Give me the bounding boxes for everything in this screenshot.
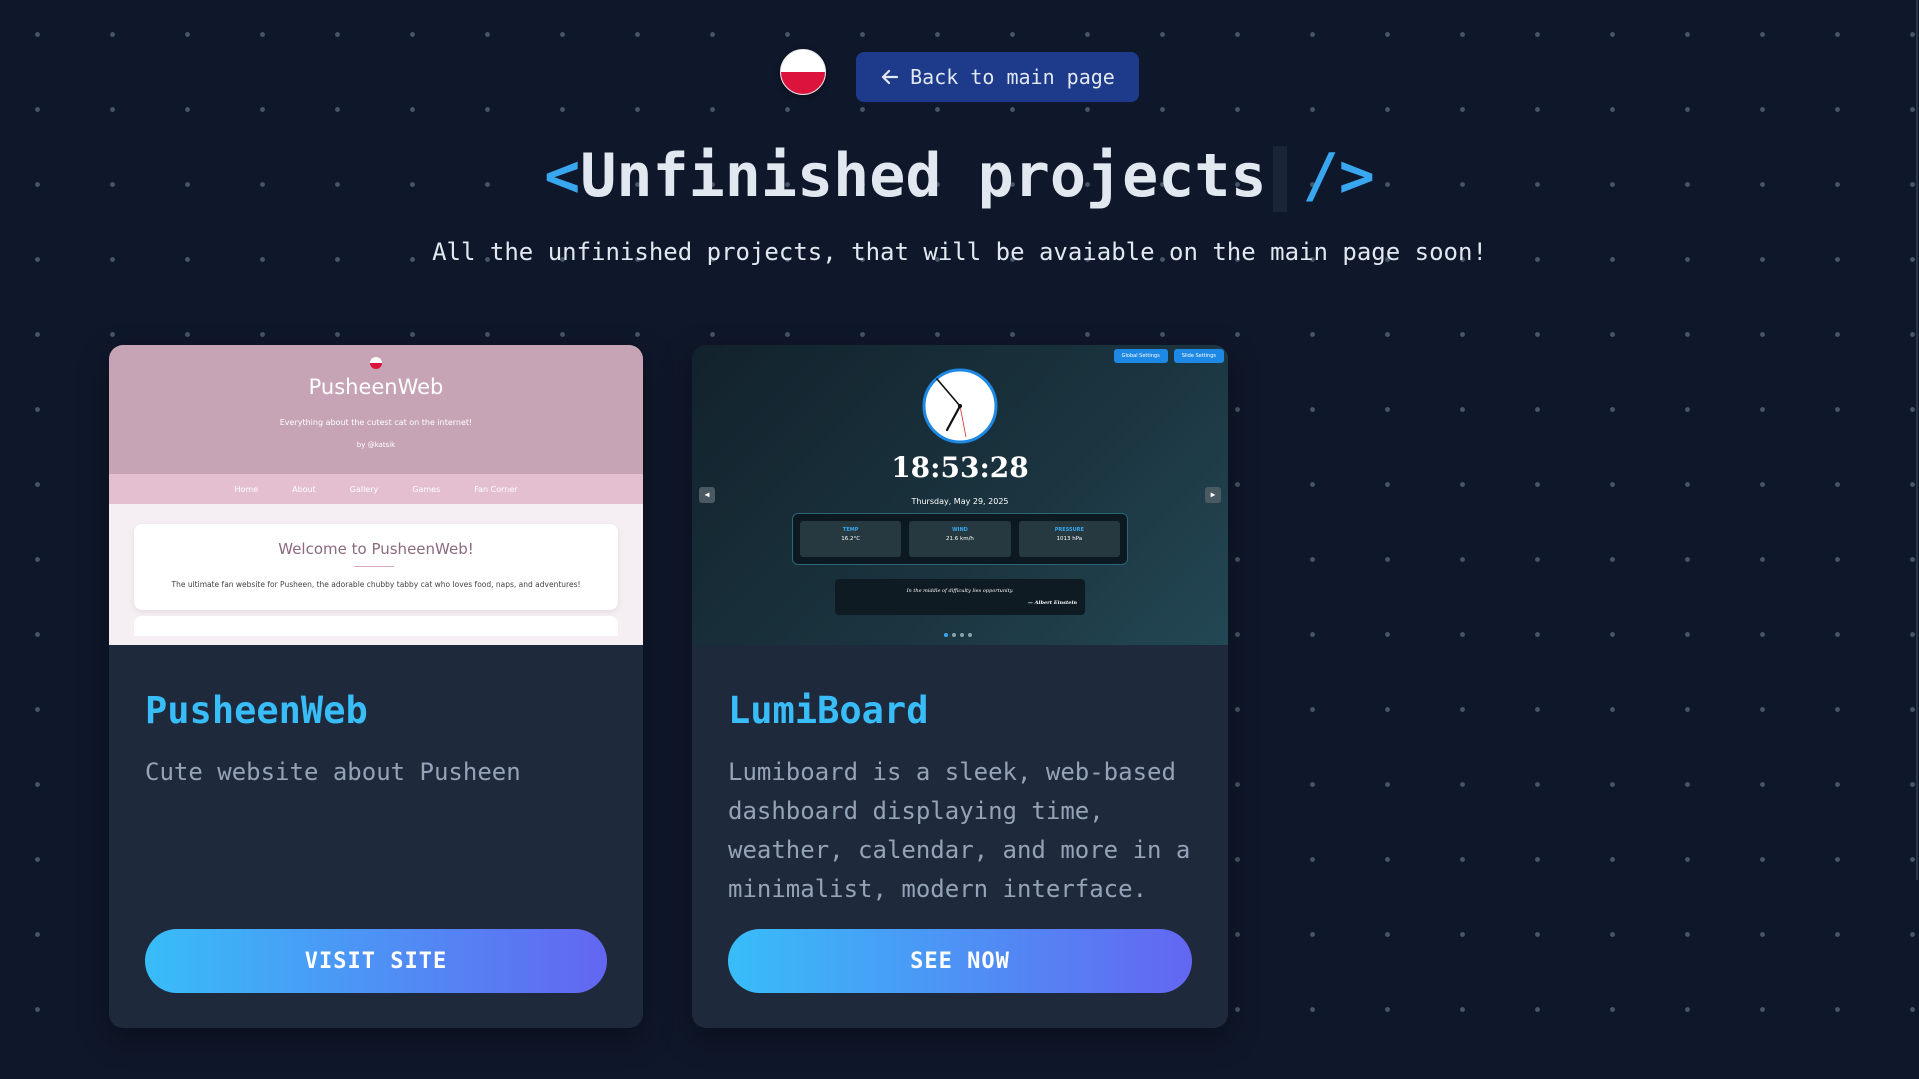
project-title: PusheenWeb [145,689,368,732]
slide-dot [960,633,964,637]
visit-site-button[interactable]: VISIT SITE [145,929,607,993]
top-bar: Back to main page [0,49,1919,102]
preview-site-title: PusheenWeb [308,375,444,399]
preview-nav-item: About [292,484,316,494]
preview-slide-dots [944,633,972,637]
preview-nav: Home About Gallery Games Fan Corner [109,474,643,504]
preview-weather-cell: PRESSURE 1013 hPa [1018,521,1120,557]
preview-nav-item: Games [412,484,441,494]
project-description: Lumiboard is a sleek, web-based dashboar… [728,758,1191,903]
project-preview-lumiboard: Global Settings Slide Settings 18:53:28 … [692,345,1228,645]
title-open-bracket: < [544,141,581,211]
preview-time: 18:53:28 [891,451,1029,484]
project-title: LumiBoard [728,689,929,732]
preview-tagline: Everything about the cutest cat on the i… [279,418,473,427]
project-card-pusheenweb: PusheenWeb Everything about the cutest c… [109,345,643,1028]
project-card-lumiboard: Global Settings Slide Settings 18:53:28 … [692,345,1228,1028]
clock-icon [922,368,998,444]
preview-nav-item: Gallery [349,484,379,494]
preview-slide-settings-button: Slide Settings [1173,349,1224,363]
preview-quote-author: — Albert Einstein [1027,600,1077,606]
preview-flag-icon [370,357,382,369]
title-text: Unfinished projects [580,141,1267,211]
preview-quote-box: In the middle of difficulty lies opportu… [835,579,1085,615]
project-description: Cute website about Pusheen [145,758,521,786]
back-button-label: Back to main page [910,65,1115,89]
weather-label: WIND [952,527,968,533]
title-close-bracket: /> [1302,141,1375,211]
preview-divider [354,566,394,567]
typing-cursor [1272,146,1287,213]
preview-byline: by @katsik [356,441,396,449]
preview-weather-cell: WIND 21.6 km/h [909,521,1011,557]
preview-weather-cell: TEMP 16.2°C [800,521,902,557]
page-title: <Unfinished projects /> [0,138,1919,214]
back-to-main-button[interactable]: Back to main page [856,52,1139,102]
slide-dot [944,633,948,637]
preview-nav-item: Home [234,484,259,494]
scrollbar[interactable] [1913,0,1919,880]
preview-nav-item: Fan Corner [474,484,518,494]
weather-value: 21.6 km/h [946,536,974,542]
project-preview-pusheenweb: PusheenWeb Everything about the cutest c… [109,345,643,645]
slide-dot [952,633,956,637]
scrollbar-thumb[interactable] [1916,0,1918,880]
preview-quote: In the middle of difficulty lies opportu… [906,588,1014,594]
weather-label: TEMP [842,527,859,533]
preview-prev-arrow-icon: ◀ [699,487,715,503]
preview-welcome-text: The ultimate fan website for Pusheen, th… [171,580,581,589]
see-now-button[interactable]: SEE NOW [728,929,1192,993]
arrow-left-icon [882,69,899,85]
page-subtitle: All the unfinished projects, that will b… [432,238,1487,266]
preview-date: Thursday, May 29, 2025 [911,497,1009,506]
weather-label: PRESSURE [1054,527,1084,533]
slide-dot [968,633,972,637]
preview-welcome-heading: Welcome to PusheenWeb! [278,540,474,558]
flag-pl-icon[interactable] [780,49,827,95]
preview-global-settings-button: Global Settings [1113,349,1168,363]
preview-next-arrow-icon: ▶ [1205,487,1221,503]
preview-weather-panel: TEMP 16.2°C WIND 21.6 km/h PRESSURE 1013… [792,513,1128,565]
weather-value: 16.2°C [841,536,861,542]
weather-value: 1013 hPa [1056,536,1083,542]
preview-welcome-box: Welcome to PusheenWeb! The ultimate fan … [134,524,618,610]
